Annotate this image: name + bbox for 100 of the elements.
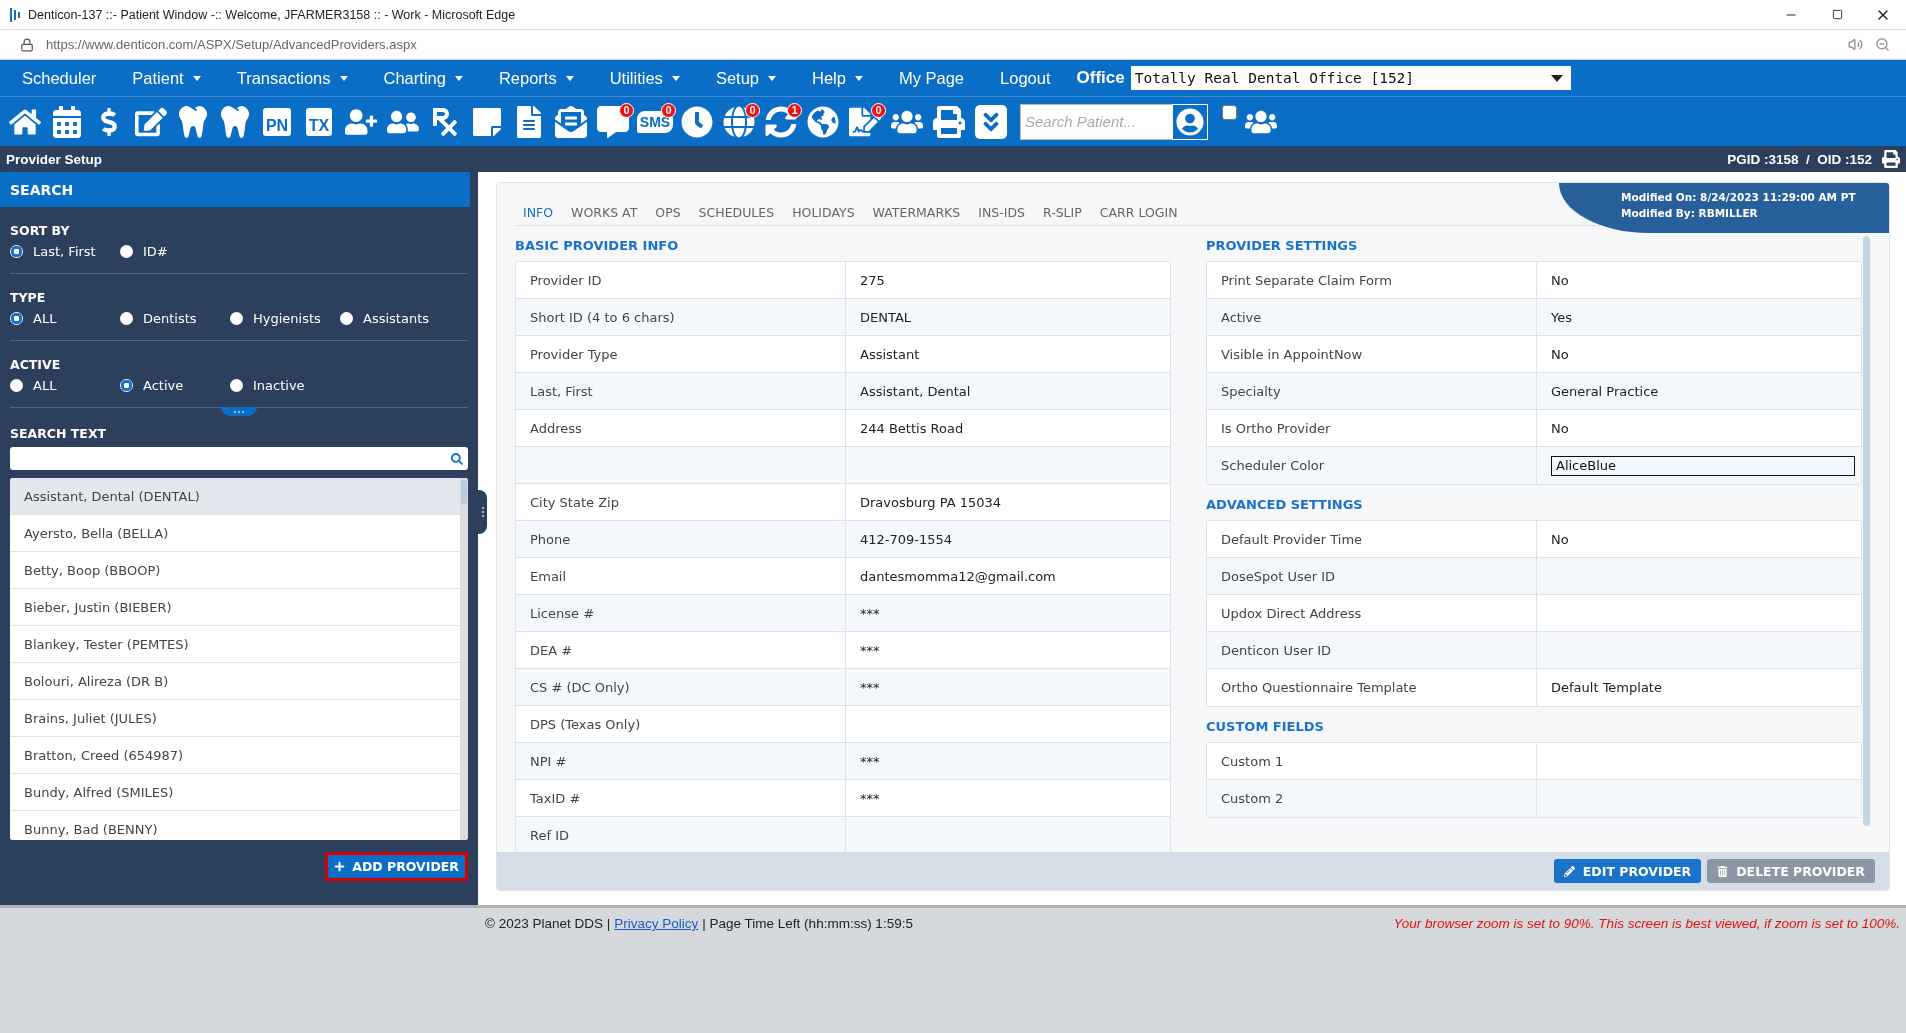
url-text[interactable]: https://www.denticon.com/ASPX/Setup/AdvancedProviders.aspx [46,37,1836,52]
tab[interactable]: CARR LOGIN [1090,205,1187,220]
tab[interactable]: SCHEDULES [689,205,784,220]
tab[interactable]: WATERMARKS [863,205,970,220]
menu-item[interactable]: Scheduler [4,68,115,88]
search-icon[interactable] [451,452,463,465]
pencil-list-icon[interactable] [135,105,167,138]
tab[interactable]: R-SLIP [1033,205,1091,220]
table-cell-text: *** [859,678,881,697]
app-logo-icon [10,7,20,22]
trash-icon [1717,865,1729,877]
speaker-icon[interactable] [1848,37,1863,52]
scrollbar[interactable] [460,478,468,840]
menu-item[interactable]: Patient [114,68,219,88]
user-search-button[interactable] [1172,103,1208,140]
table-cell: Address [516,410,846,446]
checkbox[interactable] [1222,105,1237,120]
zoom-out-icon[interactable] [1875,37,1890,52]
radio-button[interactable] [10,379,23,392]
radio-label: Assistants [363,311,429,326]
collapse-handle[interactable] [478,490,487,534]
table-cell: NPI # [516,743,846,779]
scrollbar[interactable] [1863,236,1870,826]
tooth-icon[interactable] [219,105,251,138]
menu-item[interactable]: Charting [365,68,481,88]
menu-item[interactable]: Setup [697,68,794,88]
table-cell-text: General Practice [1550,382,1660,401]
text-card-icon[interactable]: PN [262,107,292,136]
edit-button[interactable]: EDIT PROVIDER [1553,859,1702,883]
radio-button[interactable] [120,379,133,392]
maximize-icon[interactable] [1831,9,1843,20]
notification-badge: 0 [871,102,886,118]
note-icon[interactable] [471,105,503,138]
table-cell: City State Zip [516,484,846,520]
globe-icon[interactable] [723,105,755,138]
provider-item[interactable]: Assistant, Dental (DENTAL) [10,478,460,515]
group-label: TYPE [10,290,47,305]
table-cell-text: Assistant, Dental [859,382,972,401]
menu-item[interactable]: Logout [982,68,1069,88]
radio-label: ALL [33,311,57,326]
tab[interactable]: WORKS AT [562,205,647,220]
section-title: CUSTOM FIELDS [1206,718,1325,736]
table-cell-text: No [1550,345,1570,364]
table-cell-text: dantesmomma12@gmail.com [859,567,1057,586]
envelope-icon[interactable] [555,105,587,138]
tooth-card-icon[interactable] [177,105,209,138]
table-cell-text: 244 Bettis Road [859,419,965,438]
printer-icon[interactable] [933,105,965,138]
tab[interactable]: INS-IDS [969,205,1034,220]
table-cell: Active [1207,299,1537,335]
table-cell-text: Yes [1550,308,1573,327]
table-cell-text: No [1550,530,1570,549]
table-cell-text: No [1550,271,1570,290]
add-provider-button[interactable]: ADD PROVIDER [325,852,468,881]
radio-button[interactable] [10,312,23,325]
tab[interactable]: INFO [515,205,563,220]
radio-button[interactable] [230,312,243,325]
double-chevron-icon[interactable] [975,104,1007,139]
table-cell: Print Separate Claim Form [1207,262,1537,298]
patient-search-field[interactable]: Search Patient... [1020,103,1172,140]
tab[interactable]: HOLIDAYS [783,205,864,220]
menu-item[interactable]: My Page [880,68,983,88]
document-check-icon[interactable] [849,105,881,138]
time-left-text: | Page Time Left (hh:mm:ss) 1:59:5 [702,916,913,931]
lock-icon [20,37,34,52]
modified-by-text: Modified By: RBMILLER [1621,207,1759,219]
table-cell: License # [516,595,846,631]
text-card-icon[interactable]: TX [305,107,333,136]
printer-icon[interactable] [1882,150,1900,168]
table-cell: Specialty [1207,373,1537,409]
privacy-policy-link[interactable]: Privacy Policy [614,916,699,931]
menu-item[interactable]: Help [794,68,881,88]
table-cell: Custom 2 [1207,780,1537,817]
zoom-warning: Your browser zoom is set to 90%. This screen is best viewed, if zoom is set to 100%. [1393,916,1900,931]
menu-item[interactable]: Transactions [218,68,366,88]
menu-item[interactable]: Utilities [591,68,698,88]
ids-text: PGID :3158 / OID :152 [1727,151,1872,167]
globe-icon[interactable] [807,105,839,138]
notification-badge: 0 [661,102,676,118]
collapse-handle[interactable] [221,407,257,416]
chat-icon[interactable] [597,105,629,138]
table-cell-text: DENTAL [859,308,913,327]
radio-button[interactable] [230,379,243,392]
radio-label: Last, First [33,244,96,259]
color-field[interactable]: AliceBlue [1551,455,1855,476]
table-cell-text: Default Template [1550,679,1663,697]
copyright-text: © 2023 Planet DDS | [485,916,611,931]
calendar-icon[interactable] [51,105,83,138]
tab[interactable]: OPS [646,205,690,220]
caret-icon[interactable] [1550,74,1563,82]
office-label: Office [1076,68,1125,88]
office-select[interactable]: Totally Real Dental Office [152] [1130,66,1571,90]
radio-button[interactable] [120,245,133,258]
search-text-field[interactable] [10,447,468,470]
search-text-label: SEARCH TEXT [10,426,108,441]
clock-icon[interactable] [681,105,713,138]
radio-button[interactable] [120,312,133,325]
radio-button[interactable] [340,312,353,325]
radio-button[interactable] [10,245,23,258]
menu-item[interactable]: Reports [480,68,592,88]
